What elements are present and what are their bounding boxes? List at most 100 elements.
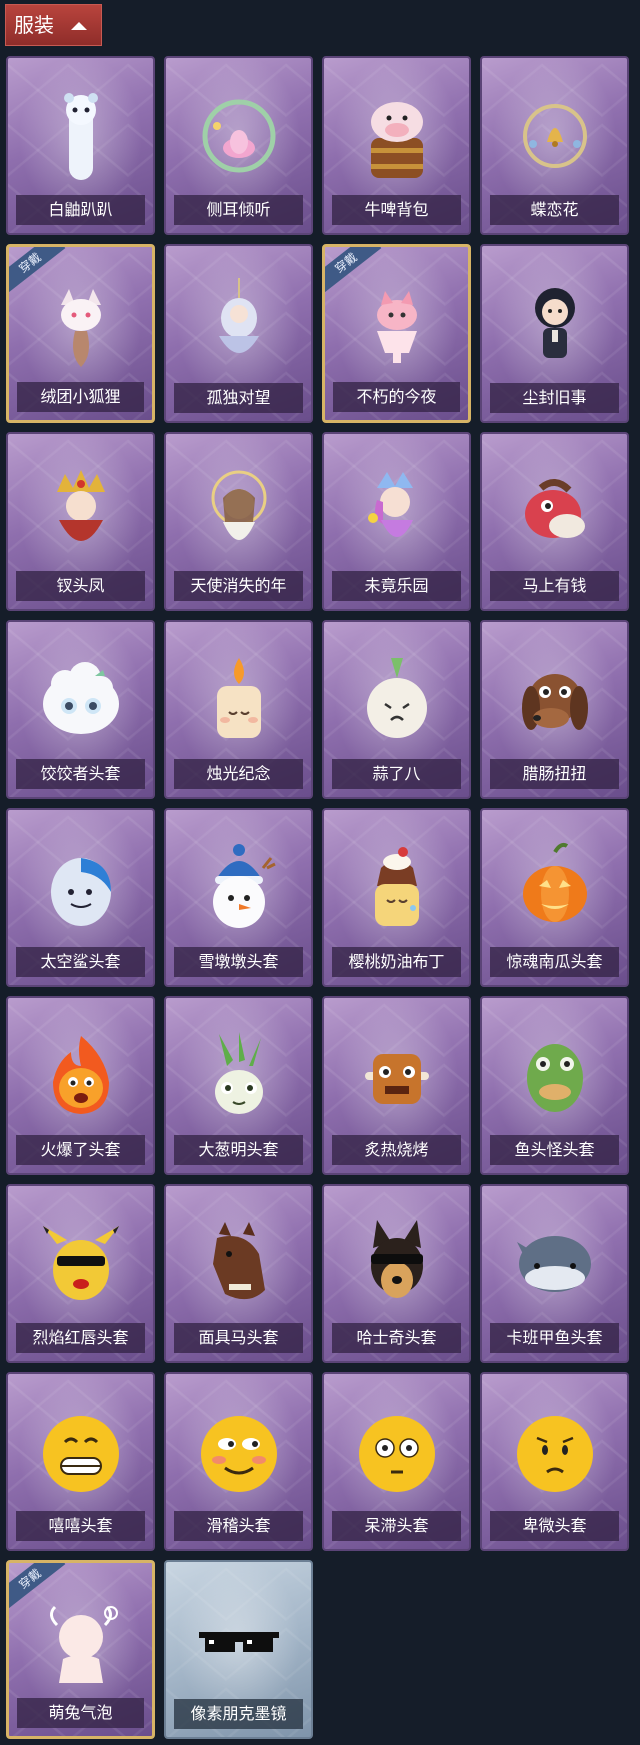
dumpling-head-icon — [31, 650, 131, 750]
outfit-item-name: 哈士奇头套 — [332, 1323, 461, 1353]
outfit-item-card[interactable]: 孤独对望 — [164, 244, 313, 423]
doll-charm-icon — [189, 274, 289, 374]
outfit-item-card[interactable]: 雪墩墩头套 — [164, 808, 313, 987]
outfit-item-card[interactable]: 面具马头套 — [164, 1184, 313, 1363]
outfit-item-card[interactable]: 嘻嘻头套 — [6, 1372, 155, 1551]
outfit-item-name: 尘封旧事 — [490, 383, 619, 413]
outfit-item-card[interactable]: 樱桃奶油布丁 — [322, 808, 471, 987]
outfit-item-card[interactable]: 侧耳倾听 — [164, 56, 313, 235]
fish-man-head-icon — [505, 1026, 605, 1126]
outfit-item-name: 孤独对望 — [174, 383, 303, 413]
worn-badge: 穿戴 — [9, 247, 66, 294]
outfit-item-card[interactable]: 白鼬趴趴 — [6, 56, 155, 235]
outfit-item-name: 太空鲨头套 — [16, 947, 145, 977]
worn-badge-wrap: 穿戴 — [325, 247, 385, 307]
outfit-item-name: 蒜了八 — [332, 759, 461, 789]
garlic-head-icon — [347, 650, 447, 750]
bbq-meat-head-icon — [347, 1026, 447, 1126]
outfit-item-card[interactable]: 钗头凤 — [6, 432, 155, 611]
fire-head-icon — [31, 1026, 131, 1126]
grin-emoji-head-icon — [31, 1402, 131, 1502]
outfit-item-name: 未竟乐园 — [332, 571, 461, 601]
chevron-up-icon — [71, 22, 87, 30]
outfit-item-name: 不朽的今夜 — [333, 382, 460, 412]
outfit-item-name: 蝶恋花 — [490, 195, 619, 225]
angel-doll-icon — [189, 462, 289, 562]
shark-head-icon — [31, 838, 131, 938]
outfit-item-name: 卑微头套 — [490, 1511, 619, 1541]
funny-emoji-head-icon — [189, 1402, 289, 1502]
chibi-gentleman-icon — [505, 274, 605, 374]
outfit-item-name: 像素朋克墨镜 — [174, 1699, 303, 1729]
outfit-item-name: 雪墩墩头套 — [174, 947, 303, 977]
outfit-item-name: 天使消失的年 — [174, 571, 303, 601]
worn-badge: 穿戴 — [9, 1563, 66, 1610]
outfit-item-name: 萌兔气泡 — [17, 1698, 144, 1728]
dazed-emoji-head-icon — [347, 1402, 447, 1502]
outfit-item-name: 炙热烧烤 — [332, 1135, 461, 1165]
outfit-item-card[interactable]: 滑稽头套 — [164, 1372, 313, 1551]
outfit-item-name: 马上有钱 — [490, 571, 619, 601]
pixel-sunglasses-icon — [189, 1590, 289, 1690]
outfit-item-card[interactable]: 烈焰红唇头套 — [6, 1184, 155, 1363]
outfit-item-card[interactable]: 牛啤背包 — [322, 56, 471, 235]
outfit-item-card[interactable]: 火爆了头套 — [6, 996, 155, 1175]
outfit-item-name: 大葱明头套 — [174, 1135, 303, 1165]
item-grid: 白鼬趴趴 侧耳倾听 牛啤背包 蝶恋花 穿戴 绒团小狐狸 孤独对望 穿戴 不朽的今夜 尘封旧事 钗头凤… — [6, 56, 629, 1739]
outfit-item-name: 樱桃奶油布丁 — [332, 947, 461, 977]
outfit-item-card[interactable]: 卑微头套 — [480, 1372, 629, 1551]
outfit-item-name: 烈焰红唇头套 — [16, 1323, 145, 1353]
outfit-item-card[interactable]: 穿戴绒团小狐狸 — [6, 244, 155, 423]
outfit-item-card[interactable]: 像素朋克墨镜 — [164, 1560, 313, 1739]
white-ferret-icon — [31, 86, 131, 186]
cow-barrel-icon — [347, 86, 447, 186]
outfit-item-name: 腊肠扭扭 — [490, 759, 619, 789]
outfit-item-name: 烛光纪念 — [174, 759, 303, 789]
outfit-item-card[interactable]: 呆滞头套 — [322, 1372, 471, 1551]
yellow-mouse-head-icon — [31, 1214, 131, 1314]
outfit-item-card[interactable]: 腊肠扭扭 — [480, 620, 629, 799]
bell-wreath-icon — [505, 86, 605, 186]
outfit-item-card[interactable]: 卡班甲鱼头套 — [480, 1184, 629, 1363]
candle-head-icon — [189, 650, 289, 750]
outfit-item-name: 白鼬趴趴 — [16, 195, 145, 225]
outfit-item-name: 鱼头怪头套 — [490, 1135, 619, 1165]
outfit-item-card[interactable]: 饺饺者头套 — [6, 620, 155, 799]
horse-mask-head-icon — [189, 1214, 289, 1314]
outfit-item-card[interactable]: 穿戴萌兔气泡 — [6, 1560, 155, 1739]
outfit-item-name: 惊魂南瓜头套 — [490, 947, 619, 977]
dachshund-head-icon — [505, 650, 605, 750]
outfit-item-card[interactable]: 蒜了八 — [322, 620, 471, 799]
whale-head-icon — [505, 1214, 605, 1314]
outfit-item-name: 绒团小狐狸 — [17, 382, 144, 412]
humble-emoji-head-icon — [505, 1402, 605, 1502]
outfit-item-card[interactable]: 太空鲨头套 — [6, 808, 155, 987]
outfit-item-card[interactable]: 惊魂南瓜头套 — [480, 808, 629, 987]
outfit-item-name: 嘻嘻头套 — [16, 1511, 145, 1541]
outfit-item-card[interactable]: 鱼头怪头套 — [480, 996, 629, 1175]
husky-head-icon — [347, 1214, 447, 1314]
outfit-item-card[interactable]: 蝶恋花 — [480, 56, 629, 235]
outfit-item-card[interactable]: 烛光纪念 — [164, 620, 313, 799]
worn-badge: 穿戴 — [325, 247, 382, 294]
outfit-item-card[interactable]: 穿戴不朽的今夜 — [322, 244, 471, 423]
outfit-item-card[interactable]: 马上有钱 — [480, 432, 629, 611]
red-horse-icon — [505, 462, 605, 562]
outfit-item-card[interactable]: 大葱明头套 — [164, 996, 313, 1175]
snowman-head-icon — [189, 838, 289, 938]
outfit-item-card[interactable]: 未竟乐园 — [322, 432, 471, 611]
pudding-head-icon — [347, 838, 447, 938]
outfit-tab[interactable]: 服装 — [5, 4, 102, 46]
scallion-head-icon — [189, 1026, 289, 1126]
worn-badge-wrap: 穿戴 — [9, 1563, 69, 1623]
pumpkin-head-icon — [505, 838, 605, 938]
outfit-item-card[interactable]: 哈士奇头套 — [322, 1184, 471, 1363]
phoenix-crown-doll-icon — [31, 462, 131, 562]
outfit-item-name: 钗头凤 — [16, 571, 145, 601]
outfit-item-card[interactable]: 尘封旧事 — [480, 244, 629, 423]
outfit-item-name: 卡班甲鱼头套 — [490, 1323, 619, 1353]
outfit-item-name: 面具马头套 — [174, 1323, 303, 1353]
outfit-item-name: 饺饺者头套 — [16, 759, 145, 789]
outfit-item-card[interactable]: 炙热烧烤 — [322, 996, 471, 1175]
outfit-item-card[interactable]: 天使消失的年 — [164, 432, 313, 611]
